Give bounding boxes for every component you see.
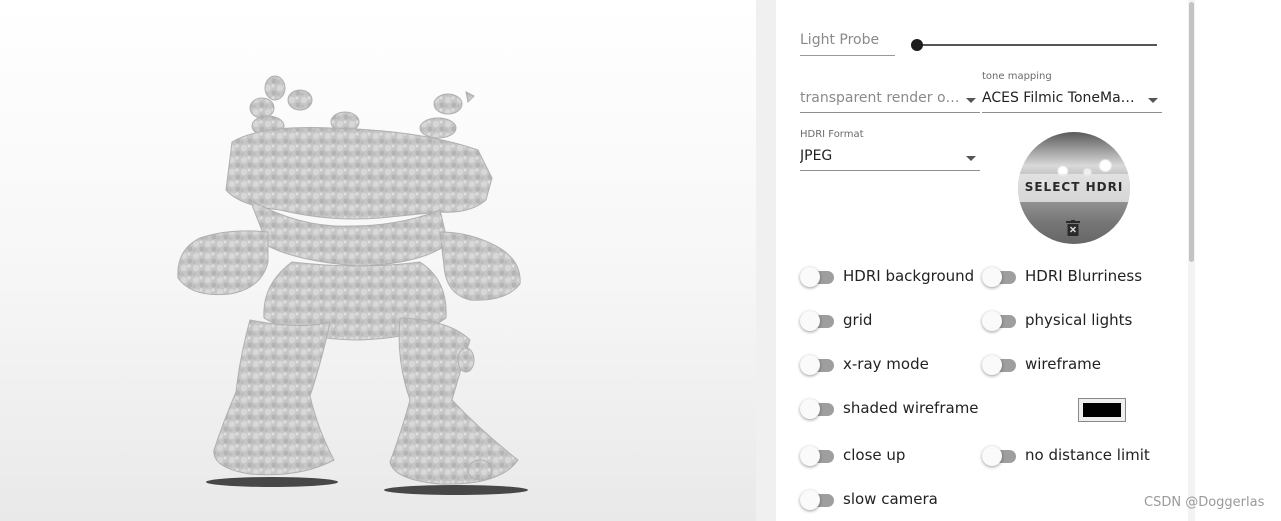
render-order-value: transparent render or… [800,90,960,106]
light-probe-slider[interactable] [916,44,1157,46]
chevron-down-icon [1148,98,1158,103]
toggle-label: grid [843,311,873,329]
hdri-format-value: JPEG [800,148,833,164]
wireframe-color-picker[interactable] [1078,398,1126,422]
toggle-label: HDRI background [843,267,975,285]
right-margin [1195,0,1281,521]
trash-icon[interactable] [1066,220,1080,236]
toggle-label: x-ray mode [843,355,929,373]
watermark: CSDN @Doggerlas [1144,495,1265,510]
toggle-knob [800,399,820,419]
panel-scrollbar-thumb[interactable] [1189,2,1194,262]
toggle-knob [800,311,820,331]
toggle-knob [982,311,1002,331]
toggle-label: no distance limit [1025,446,1150,464]
shadow-right [384,485,528,495]
tone-mapping-caption: tone mapping [982,71,1052,82]
voxel-model [177,75,528,495]
toggle-knob [800,490,820,510]
wireframe-color-swatch [1083,403,1121,417]
toggle-knob [982,446,1002,466]
light-probe-label: Light Probe [800,32,895,56]
toggle-label: physical lights [1025,311,1133,329]
light-probe-slider-handle[interactable] [911,39,923,51]
panel-divider [756,0,776,521]
select-hdri-button[interactable]: SELECT HDRI [1018,132,1130,244]
shadow-left [206,477,338,487]
toggle-knob [800,355,820,375]
toggle-knob [982,267,1002,287]
tone-mapping-value: ACES Filmic ToneMa… [982,90,1135,106]
toggle-label: HDRI Blurriness [1025,267,1143,285]
toggle-label: wireframe [1025,355,1101,373]
select-hdri-label: SELECT HDRI [1024,180,1124,194]
3d-viewport[interactable] [0,0,756,521]
hdri-format-caption: HDRI Format [800,129,864,140]
tone-mapping-select[interactable]: tone mapping ACES Filmic ToneMa… [982,71,1162,113]
toggle-label: close up [843,446,906,464]
hdri-format-select[interactable]: HDRI Format JPEG [800,129,980,171]
toggle-knob [800,267,820,287]
render-order-select[interactable]: transparent render or… [800,89,980,113]
chevron-down-icon [966,156,976,161]
toggle-label: slow camera [843,490,938,508]
chevron-down-icon [966,98,976,103]
settings-panel: Light Probe transparent render or… tone … [776,0,1194,521]
toggle-knob [982,355,1002,375]
toggle-knob [800,446,820,466]
toggle-label: shaded wireframe [843,399,979,417]
